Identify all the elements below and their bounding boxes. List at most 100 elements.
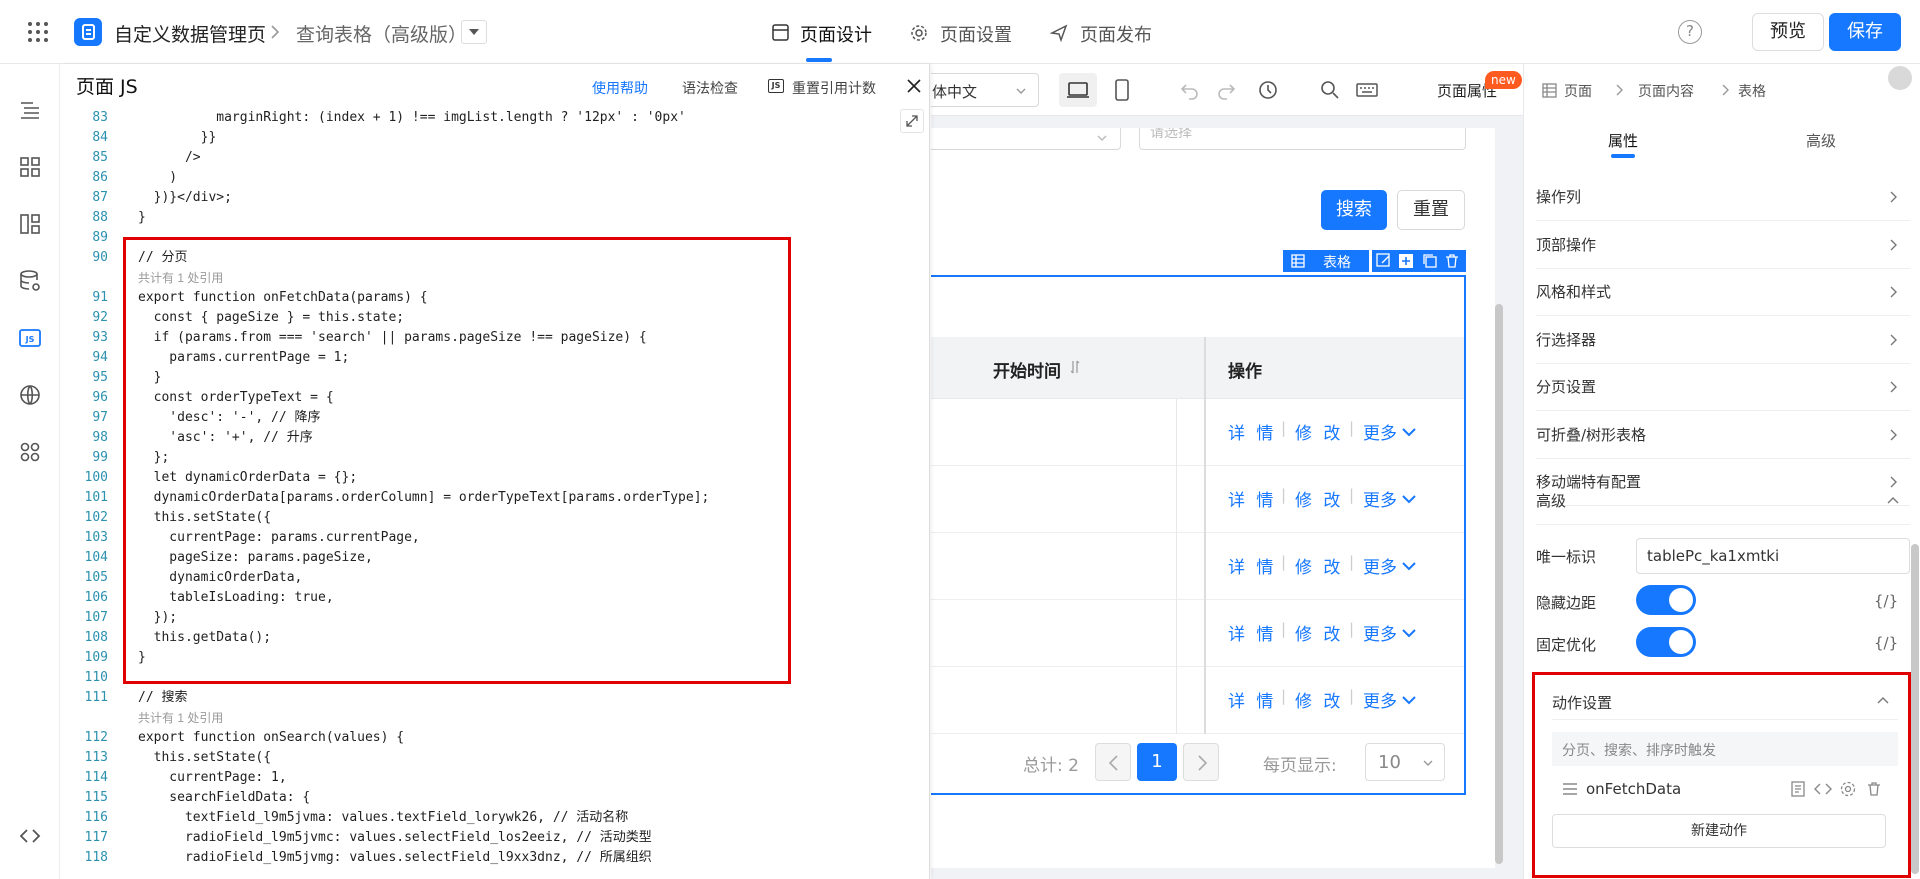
edit-link[interactable]: 修 改 <box>1295 419 1343 444</box>
filter-select-1[interactable] <box>931 128 1121 150</box>
edit-link[interactable]: 修 改 <box>1295 486 1343 511</box>
layout-panel-icon[interactable] <box>18 212 42 236</box>
language-select[interactable]: 简体中文 <box>931 73 1039 107</box>
settings-section[interactable]: 分页设置 <box>1536 364 1910 411</box>
table-row[interactable]: 详 情 | 修 改 | 更多 <box>931 533 1464 600</box>
apps-icon[interactable] <box>18 440 42 464</box>
history-icon[interactable] <box>1257 79 1279 101</box>
tab-page-publish[interactable]: 页面发布 <box>1050 0 1156 64</box>
line-number: 107 <box>84 610 108 625</box>
avatar[interactable] <box>1888 66 1912 90</box>
breadcrumb-chevron-icon <box>1614 83 1626 97</box>
uid-input[interactable]: tablePc_ka1xmtki <box>1636 538 1910 574</box>
more-link[interactable]: 更多 <box>1363 687 1397 712</box>
page-switch-dropdown[interactable] <box>461 20 487 44</box>
help-icon[interactable]: ? <box>1678 20 1702 44</box>
breadcrumb-item[interactable]: 表格 <box>1738 81 1766 101</box>
settings-section[interactable]: 顶部操作 <box>1536 222 1910 269</box>
edit-link[interactable]: 修 改 <box>1295 687 1343 712</box>
line-text: marginRight: (index + 1) !== imgList.len… <box>138 110 686 125</box>
pagination-next-button[interactable] <box>1183 743 1219 781</box>
reset-button[interactable]: 重置 <box>1397 190 1465 230</box>
table-row[interactable]: 详 情 | 修 改 | 更多 <box>931 399 1464 466</box>
copy-component-icon[interactable] <box>1422 253 1438 269</box>
more-link[interactable]: 更多 <box>1363 486 1397 511</box>
canvas-scrollbar[interactable] <box>1495 304 1503 864</box>
detail-link[interactable]: 详 情 <box>1228 620 1276 645</box>
more-link[interactable]: 更多 <box>1363 419 1397 444</box>
detail-link[interactable]: 详 情 <box>1228 687 1276 712</box>
panel-scrollbar[interactable] <box>1911 544 1919 874</box>
line-number: 102 <box>84 510 108 525</box>
code-toggle-icon[interactable] <box>18 824 42 848</box>
help-link[interactable]: 使用帮助 <box>592 78 648 98</box>
js-code-icon[interactable]: JS <box>18 326 42 350</box>
pagination-page-button[interactable]: 1 <box>1137 743 1177 781</box>
edit-component-icon[interactable] <box>1376 253 1392 269</box>
desktop-view-icon[interactable] <box>1059 73 1097 107</box>
app-grid-icon[interactable] <box>26 20 50 44</box>
tab-properties[interactable]: 属性 <box>1524 116 1722 160</box>
lint-check-button[interactable]: 语法检查 <box>682 78 738 98</box>
edit-link[interactable]: 修 改 <box>1295 620 1343 645</box>
detail-link[interactable]: 详 情 <box>1228 553 1276 578</box>
hide-margin-expression-button[interactable]: {/} <box>1874 592 1898 610</box>
send-icon <box>1050 24 1068 42</box>
breadcrumb-item[interactable]: 页面内容 <box>1638 81 1694 101</box>
settings-section[interactable]: 可折叠/树形表格 <box>1536 412 1910 459</box>
app-title[interactable]: 自定义数据管理页 <box>114 20 266 47</box>
more-link[interactable]: 更多 <box>1363 553 1397 578</box>
table-row[interactable]: 详 情 | 修 改 | 更多 <box>931 466 1464 533</box>
fixed-opt-toggle[interactable] <box>1636 627 1696 657</box>
search-icon[interactable] <box>1319 79 1341 101</box>
components-icon[interactable] <box>18 155 42 179</box>
redo-icon[interactable] <box>1215 79 1237 101</box>
edit-link[interactable]: 修 改 <box>1295 553 1343 578</box>
action-separator: | <box>1281 486 1287 504</box>
sort-icon[interactable] <box>1069 359 1081 375</box>
page-size-label: 每页显示: <box>1263 756 1337 776</box>
undo-icon[interactable] <box>1179 79 1201 101</box>
keyboard-icon[interactable] <box>1355 79 1379 101</box>
more-link[interactable]: 更多 <box>1363 620 1397 645</box>
breadcrumb-current[interactable]: 查询表格（高级版） <box>296 20 467 47</box>
detail-link[interactable]: 详 情 <box>1228 419 1276 444</box>
line-text: radioField_l9m5jvmg: values.selectField_… <box>138 850 652 865</box>
highlight-box-code <box>123 237 791 684</box>
column-divider <box>1176 533 1177 600</box>
section-advanced[interactable]: 高级 <box>1536 478 1910 525</box>
settings-section[interactable]: 行选择器 <box>1536 317 1910 364</box>
line-number: 111 <box>84 690 108 705</box>
add-component-icon[interactable] <box>1398 253 1414 269</box>
component-tag[interactable]: 表格 <box>1283 250 1369 272</box>
uid-value: tablePc_ka1xmtki <box>1647 547 1780 565</box>
preview-button[interactable]: 预览 <box>1752 13 1824 51</box>
filter-select-2[interactable]: 请选择 <box>1139 128 1466 150</box>
table-row[interactable]: 详 情 | 修 改 | 更多 <box>931 667 1464 734</box>
outline-tree-icon[interactable] <box>18 98 42 122</box>
mobile-view-icon[interactable] <box>1103 73 1141 107</box>
page-size-select[interactable]: 10 <box>1365 743 1445 781</box>
breadcrumb-item[interactable]: 页面 <box>1564 81 1592 101</box>
table-row[interactable]: 详 情 | 修 改 | 更多 <box>931 600 1464 667</box>
search-button[interactable]: 搜索 <box>1321 190 1387 230</box>
detail-link[interactable]: 详 情 <box>1228 486 1276 511</box>
table-component[interactable]: 开始时间 操作 详 情 | 修 改 | 更多详 情 | 修 改 | 更多详 情 | 修 改 | 更多详 … <box>931 275 1466 795</box>
delete-component-icon[interactable] <box>1444 253 1460 269</box>
tab-page-settings[interactable]: 页面设置 <box>910 0 1016 64</box>
fixed-opt-expression-button[interactable]: {/} <box>1874 634 1898 652</box>
settings-section[interactable]: 风格和样式 <box>1536 269 1910 316</box>
close-icon[interactable] <box>906 78 922 94</box>
action-separator: | <box>1349 620 1355 638</box>
settings-section[interactable]: 操作列 <box>1536 174 1910 221</box>
save-button[interactable]: 保存 <box>1829 13 1901 51</box>
pagination-prev-button[interactable] <box>1095 743 1131 781</box>
tab-advanced[interactable]: 高级 <box>1722 116 1920 160</box>
line-number: 113 <box>84 750 108 765</box>
globe-icon[interactable] <box>18 383 42 407</box>
reset-ref-count-button[interactable]: 重置引用计数 <box>792 78 876 98</box>
column-header-start-time[interactable]: 开始时间 <box>993 357 1061 382</box>
tab-page-design[interactable]: 页面设计 <box>770 0 876 64</box>
hide-margin-toggle[interactable] <box>1636 585 1696 615</box>
datasource-icon[interactable] <box>18 269 42 293</box>
